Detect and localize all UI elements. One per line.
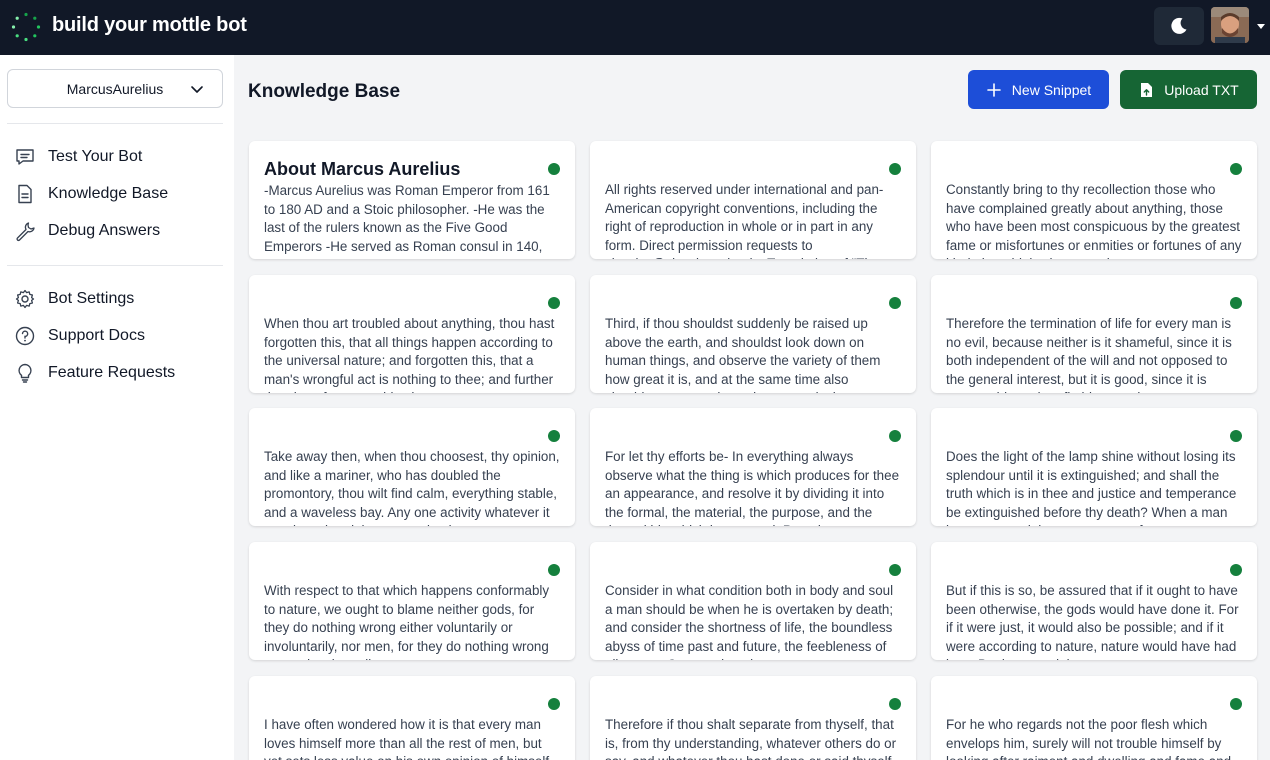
sidebar-item-label: Support Docs bbox=[48, 327, 145, 344]
upload-txt-button[interactable]: Upload TXT bbox=[1120, 70, 1257, 109]
snippet-card[interactable]: For let thy efforts be- In everything al… bbox=[590, 408, 916, 526]
status-dot bbox=[548, 430, 560, 442]
snippet-title: About Marcus Aurelius bbox=[264, 159, 461, 179]
snippet-card[interactable]: Does the light of the lamp shine without… bbox=[931, 408, 1257, 526]
bot-selector[interactable]: MarcusAurelius bbox=[7, 69, 223, 108]
new-snippet-label: New Snippet bbox=[1011, 81, 1092, 98]
snippet-card[interactable]: Take away then, when thou choosest, thy … bbox=[249, 408, 575, 526]
sidebar-item-label: Debug Answers bbox=[48, 222, 161, 239]
status-dot bbox=[889, 698, 901, 710]
snippet-text: When thou art troubled about anything, t… bbox=[264, 316, 555, 393]
snippet-card[interactable]: But if this is so, be assured that if it… bbox=[931, 542, 1257, 660]
sidebar-item-label: Feature Requests bbox=[48, 364, 176, 381]
chat-icon bbox=[14, 146, 36, 168]
sidebar-item-label: Knowledge Base bbox=[48, 185, 169, 202]
plus-icon bbox=[986, 82, 1002, 98]
snippet-card[interactable]: For he who regards not the poor flesh wh… bbox=[931, 676, 1257, 760]
snippet-text: But if this is so, be assured that if it… bbox=[946, 583, 1239, 660]
sidebar-item-debug-answers[interactable]: Debug Answers bbox=[14, 216, 160, 246]
gear-icon bbox=[14, 288, 36, 310]
caret-down-icon[interactable] bbox=[1256, 21, 1266, 31]
user-avatar[interactable] bbox=[1211, 7, 1249, 43]
status-dot bbox=[889, 163, 901, 175]
sidebar-item-bot-settings[interactable]: Bot Settings bbox=[14, 284, 134, 314]
status-dot bbox=[548, 297, 560, 309]
snippet-card[interactable]: About Marcus Aurelius -Marcus Aurelius w… bbox=[249, 141, 575, 259]
chevron-down-icon bbox=[191, 86, 203, 93]
top-bar: build your mottle bot bbox=[0, 0, 1270, 55]
moon-icon bbox=[1171, 17, 1187, 34]
sidebar-divider bbox=[7, 123, 223, 124]
avatar-image bbox=[1211, 7, 1249, 43]
sidebar-item-label: Test Your Bot bbox=[48, 148, 143, 165]
status-dot bbox=[1230, 564, 1242, 576]
snippet-card[interactable]: When thou art troubled about anything, t… bbox=[249, 275, 575, 393]
snippet-text: Constantly bring to thy recollection tho… bbox=[946, 182, 1242, 259]
snippet-text: For let thy efforts be- In everything al… bbox=[605, 449, 900, 526]
snippet-text: Therefore if thou shalt separate from th… bbox=[605, 717, 897, 760]
status-dot bbox=[1230, 430, 1242, 442]
snippet-text: For he who regards not the poor flesh wh… bbox=[946, 717, 1231, 760]
loading-spinner-icon[interactable] bbox=[10, 11, 42, 43]
status-dot bbox=[1230, 163, 1242, 175]
sidebar-divider bbox=[7, 265, 223, 266]
sidebar-item-support-docs[interactable]: Support Docs bbox=[14, 321, 145, 351]
status-dot bbox=[889, 297, 901, 309]
new-snippet-button[interactable]: New Snippet bbox=[968, 70, 1109, 109]
theme-toggle-button[interactable] bbox=[1154, 7, 1204, 45]
status-dot bbox=[548, 564, 560, 576]
status-dot bbox=[1230, 297, 1242, 309]
sidebar-item-label: Bot Settings bbox=[48, 290, 135, 307]
snippet-text: I have often wondered how it is that eve… bbox=[264, 717, 549, 760]
snippet-text: Third, if thou shouldst suddenly be rais… bbox=[605, 316, 881, 393]
snippet-card[interactable]: With respect to that which happens confo… bbox=[249, 542, 575, 660]
sidebar-item-feature-requests[interactable]: Feature Requests bbox=[14, 358, 175, 388]
snippet-text: Does the light of the lamp shine without… bbox=[946, 449, 1237, 526]
snippet-card[interactable]: Third, if thou shouldst suddenly be rais… bbox=[590, 275, 916, 393]
lightbulb-icon bbox=[14, 362, 36, 384]
file-upload-icon bbox=[1138, 82, 1154, 98]
app-title[interactable]: build your mottle bot bbox=[52, 14, 247, 37]
snippet-text: Consider in what condition both in body … bbox=[605, 583, 894, 660]
status-dot bbox=[889, 564, 901, 576]
bot-selector-value: MarcusAurelius bbox=[66, 80, 164, 97]
snippet-text: Therefore the termination of life for ev… bbox=[946, 316, 1232, 393]
snippet-text: With respect to that which happens confo… bbox=[264, 583, 550, 660]
question-icon bbox=[14, 325, 36, 347]
status-dot bbox=[548, 698, 560, 710]
sidebar-item-test-your-bot[interactable]: Test Your Bot bbox=[14, 142, 142, 172]
snippet-card[interactable]: Constantly bring to thy recollection tho… bbox=[931, 141, 1257, 259]
upload-txt-label: Upload TXT bbox=[1164, 81, 1239, 98]
snippet-card[interactable]: I have often wondered how it is that eve… bbox=[249, 676, 575, 760]
snippet-card[interactable]: Therefore the termination of life for ev… bbox=[931, 275, 1257, 393]
document-icon bbox=[14, 183, 36, 205]
wrench-icon bbox=[14, 220, 36, 242]
snippet-text: -Marcus Aurelius was Roman Emperor from … bbox=[264, 183, 550, 259]
snippet-card[interactable]: Consider in what condition both in body … bbox=[590, 542, 916, 660]
snippet-card[interactable]: Therefore if thou shalt separate from th… bbox=[590, 676, 916, 760]
snippet-text: Take away then, when thou choosest, thy … bbox=[264, 449, 560, 526]
status-dot bbox=[889, 430, 901, 442]
status-dot bbox=[1230, 698, 1242, 710]
sidebar-item-knowledge-base[interactable]: Knowledge Base bbox=[14, 179, 168, 209]
snippet-card[interactable]: All rights reserved under international … bbox=[590, 141, 916, 259]
page-title: Knowledge Base bbox=[248, 81, 401, 102]
sidebar: MarcusAurelius Test Your Bot Knowledge B… bbox=[0, 55, 234, 760]
snippet-text: All rights reserved under international … bbox=[605, 182, 884, 259]
status-dot bbox=[548, 163, 560, 175]
